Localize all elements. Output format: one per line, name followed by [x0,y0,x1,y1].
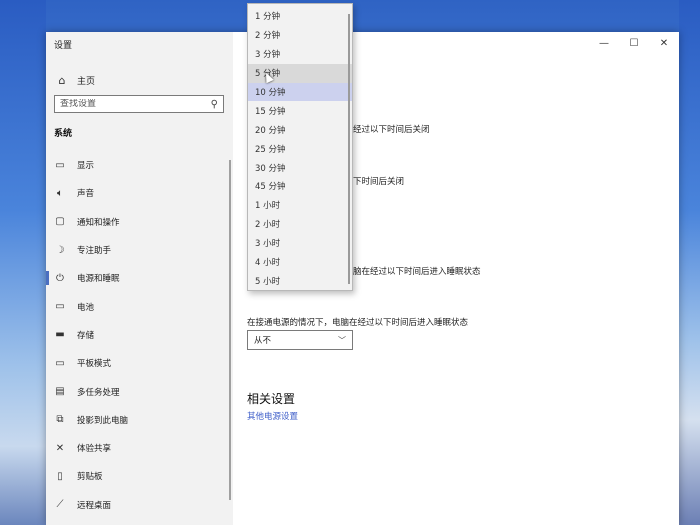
sidebar-item-home[interactable]: ⌂ 主页 [46,68,233,92]
sidebar-item-power-sleep[interactable]: ⏻ 电源和睡眠 [46,264,233,292]
sleep-plugged-select[interactable]: 从不 ﹀ [247,330,353,350]
sidebar-item-label: 声音 [77,189,95,200]
sidebar-item-label: 存储 [77,330,95,341]
dropdown-option[interactable]: 15 分钟 [248,101,352,120]
window-title: 设置 [54,41,73,51]
dropdown-option[interactable]: 3 小时 [248,234,352,253]
sidebar-item-notifications[interactable]: ▢ 通知和操作 [46,208,233,236]
sidebar-item-battery[interactable]: ▭ 电池 [46,292,233,320]
dropdown-option[interactable]: 5 小时 [248,271,352,290]
section-title: 系统 [54,129,73,139]
sidebar-item-display[interactable]: ▭ 显示 [46,151,233,179]
speaker-icon: 🔈︎ [57,187,63,199]
dropdown-option-selected[interactable]: 10 分钟 [248,82,352,102]
project-icon: ⧉ [56,414,64,426]
clipboard-icon: ▯ [57,470,63,482]
search-box[interactable]: ⚲ [54,95,224,113]
sidebar-item-remote-desktop[interactable]: ⟋ 远程桌面 [46,491,233,519]
sidebar-item-label: 电源和睡眠 [77,274,120,285]
moon-icon: ☽ [55,244,65,256]
dropdown-option[interactable]: 4 小时 [248,253,352,272]
select-value: 从不 [254,336,272,346]
screen-plugged-label: 下时间后关闭 [353,177,405,187]
sidebar-scrollbar[interactable] [229,160,231,500]
dropdown-option[interactable]: 3 分钟 [248,45,352,64]
dropdown-option[interactable]: 25 分钟 [248,139,352,158]
sidebar-item-focus-assist[interactable]: ☽ 专注助手 [46,236,233,264]
sidebar-item-multitasking[interactable]: ▤ 多任务处理 [46,377,233,405]
sidebar-item-label: 投影到此电脑 [77,415,129,426]
desktop-wallpaper-right [679,0,700,525]
sidebar-item-label: 剪贴板 [77,472,103,483]
sidebar-item-tablet-mode[interactable]: ▭ 平板模式 [46,349,233,377]
remote-icon: ⟋ [56,499,64,511]
sidebar-item-label: 平板模式 [77,359,112,370]
search-icon[interactable]: ⚲ [211,99,218,110]
sidebar-item-label: 远程桌面 [77,500,112,511]
time-dropdown-list[interactable]: 1 分钟 2 分钟 3 分钟 5 分钟 10 分钟 15 分钟 20 分钟 25… [247,3,353,291]
sidebar-item-storage[interactable]: ▬ 存储 [46,321,233,349]
sidebar: 设置 ⌂ 主页 ⚲ 系统 ▭ 显示 🔈︎ 声音 ▢ 通知和操作 ☽ [46,32,233,525]
sleep-battery-label: 脑在经过以下时间后进入睡眠状态 [353,267,481,277]
power-icon: ⏻ [56,272,64,284]
dropdown-scrollbar[interactable] [348,14,350,284]
monitor-icon: ▭ [55,159,65,171]
sidebar-item-label: 主页 [77,76,96,87]
chevron-down-icon: ﹀ [338,335,346,345]
screen-battery-label: 经过以下时间后关闭 [353,125,430,135]
home-icon: ⌂ [58,73,66,87]
multitask-icon: ▤ [55,386,65,398]
dropdown-option[interactable]: 20 分钟 [248,120,352,139]
sidebar-item-label: 多任务处理 [77,387,120,398]
sidebar-item-label: 电池 [77,302,95,313]
tablet-icon: ▭ [55,357,65,369]
dropdown-option[interactable]: 2 小时 [248,215,352,234]
battery-icon: ▭ [55,301,65,313]
sleep-plugged-label: 在接通电源的情况下，电脑在经过以下时间后进入睡眠状态 [247,318,469,328]
sidebar-item-sound[interactable]: 🔈︎ 声音 [46,179,233,207]
sidebar-item-shared-experiences[interactable]: ✕ 体验共享 [46,434,233,462]
dropdown-option[interactable]: 1 小时 [248,196,352,215]
dropdown-option[interactable]: 2 分钟 [248,26,352,45]
dropdown-option[interactable]: 30 分钟 [248,158,352,177]
sidebar-item-label: 显示 [77,161,95,172]
storage-icon: ▬ [55,329,65,341]
notification-icon: ▢ [55,216,65,228]
sidebar-item-label: 专注助手 [77,246,112,257]
other-power-settings-link[interactable]: 其他电源设置 [247,410,298,422]
sidebar-item-project[interactable]: ⧉ 投影到此电脑 [46,406,233,434]
search-input[interactable] [60,99,200,109]
sidebar-item-label: 通知和操作 [77,217,120,228]
sidebar-nav: ▭ 显示 🔈︎ 声音 ▢ 通知和操作 ☽ 专注助手 ⏻ 电源和睡眠 ▭ 电池 ▬… [46,151,233,519]
settings-window: 设置 ⌂ 主页 ⚲ 系统 ▭ 显示 🔈︎ 声音 ▢ 通知和操作 ☽ [46,32,679,525]
sidebar-item-label: 体验共享 [77,444,112,455]
desktop-wallpaper-left [0,0,46,525]
sidebar-item-clipboard[interactable]: ▯ 剪贴板 [46,462,233,490]
dropdown-option[interactable]: 1 分钟 [248,7,352,26]
share-icon: ✕ [55,442,65,454]
related-settings-title: 相关设置 [247,392,296,406]
dropdown-option[interactable]: 45 分钟 [248,177,352,196]
